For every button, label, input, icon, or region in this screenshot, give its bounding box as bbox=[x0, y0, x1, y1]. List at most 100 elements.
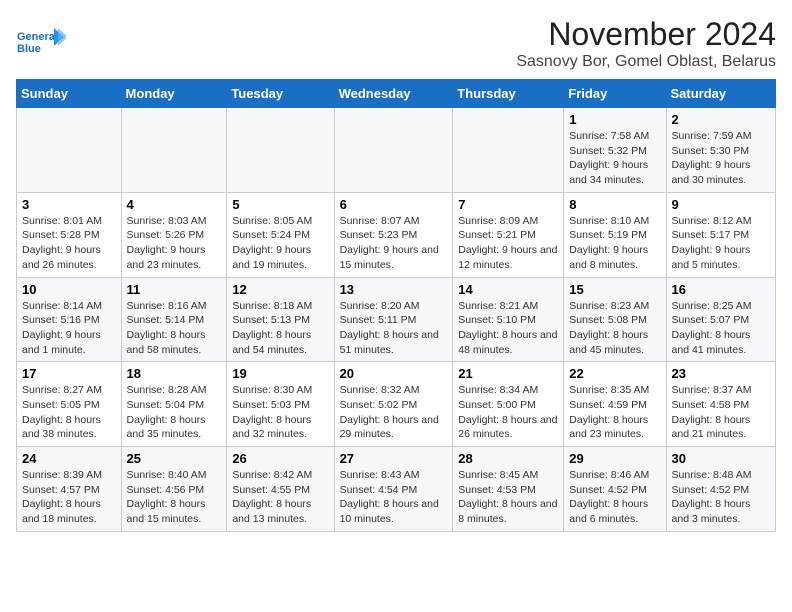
calendar-cell: 23Sunrise: 8:37 AM Sunset: 4:58 PM Dayli… bbox=[666, 362, 775, 447]
day-number: 27 bbox=[340, 451, 448, 466]
weekday-header: Wednesday bbox=[334, 80, 453, 108]
day-number: 14 bbox=[458, 282, 558, 297]
day-info: Sunrise: 8:20 AM Sunset: 5:11 PM Dayligh… bbox=[340, 299, 448, 358]
day-number: 22 bbox=[569, 366, 660, 381]
calendar-week-row: 24Sunrise: 8:39 AM Sunset: 4:57 PM Dayli… bbox=[17, 447, 776, 532]
day-number: 25 bbox=[127, 451, 222, 466]
weekday-header: Friday bbox=[564, 80, 666, 108]
svg-text:General: General bbox=[17, 31, 58, 43]
calendar-cell: 10 Sunrise: 8:14 AM Sunset: 5:16 PM Dayli… bbox=[17, 277, 122, 362]
calendar-cell: 19 Sunrise: 8:30 AM Sunset: 5:03 PM Dayli… bbox=[227, 362, 334, 447]
day-info: Sunrise: 8:46 AM Sunset: 4:52 PM Dayligh… bbox=[569, 468, 660, 527]
day-info: Sunrise: 8:45 AM Sunset: 4:53 PM Dayligh… bbox=[458, 468, 558, 527]
day-info: Sunrise: 8:32 AM Sunset: 5:02 PM Dayligh… bbox=[340, 383, 448, 442]
day-info: Sunrise: 8:25 AM Sunset: 5:07 PM Dayligh… bbox=[672, 299, 770, 358]
calendar-cell: 26Sunrise: 8:42 AM Sunset: 4:55 PM Dayli… bbox=[227, 447, 334, 532]
weekday-header: Monday bbox=[121, 80, 227, 108]
calendar-cell: 11 Sunrise: 8:16 AM Sunset: 5:14 PM Dayli… bbox=[121, 277, 227, 362]
calendar-cell: 22 Sunrise: 8:35 AM Sunset: 4:59 PM Dayli… bbox=[564, 362, 666, 447]
calendar-cell: 3Sunrise: 8:01 AM Sunset: 5:28 PM Daylig… bbox=[17, 192, 122, 277]
calendar-cell: 20Sunrise: 8:32 AM Sunset: 5:02 PM Dayli… bbox=[334, 362, 453, 447]
day-number: 16 bbox=[672, 282, 770, 297]
day-number: 2 bbox=[672, 112, 770, 127]
calendar-cell: 4 Sunrise: 8:03 AM Sunset: 5:26 PM Daylig… bbox=[121, 192, 227, 277]
calendar-cell: 21Sunrise: 8:34 AM Sunset: 5:00 PM Dayli… bbox=[453, 362, 564, 447]
day-info: Sunrise: 8:37 AM Sunset: 4:58 PM Dayligh… bbox=[672, 383, 770, 442]
day-number: 12 bbox=[232, 282, 328, 297]
calendar-week-row: 10 Sunrise: 8:14 AM Sunset: 5:16 PM Dayli… bbox=[17, 277, 776, 362]
main-title: November 2024 bbox=[516, 16, 776, 53]
subtitle: Sasnovy Bor, Gomel Oblast, Belarus bbox=[516, 53, 776, 71]
calendar-cell: 29 Sunrise: 8:46 AM Sunset: 4:52 PM Dayli… bbox=[564, 447, 666, 532]
day-info: Sunrise: 8:09 AM Sunset: 5:21 PM Dayligh… bbox=[458, 214, 558, 273]
day-info: Sunrise: 8:21 AM Sunset: 5:10 PM Dayligh… bbox=[458, 299, 558, 358]
calendar-cell: 15 Sunrise: 8:23 AM Sunset: 5:08 PM Dayli… bbox=[564, 277, 666, 362]
day-info: Sunrise: 8:10 AM Sunset: 5:19 PM Dayligh… bbox=[569, 214, 660, 273]
logo: General Blue bbox=[16, 16, 66, 66]
day-number: 9 bbox=[672, 197, 770, 212]
day-number: 1 bbox=[569, 112, 660, 127]
calendar-table: SundayMondayTuesdayWednesdayThursdayFrid… bbox=[16, 79, 776, 532]
weekday-header: Thursday bbox=[453, 80, 564, 108]
calendar-cell: 9 Sunrise: 8:12 AM Sunset: 5:17 PM Daylig… bbox=[666, 192, 775, 277]
calendar-cell: 14 Sunrise: 8:21 AM Sunset: 5:10 PM Dayli… bbox=[453, 277, 564, 362]
day-info: Sunrise: 8:01 AM Sunset: 5:28 PM Dayligh… bbox=[22, 214, 116, 273]
day-number: 15 bbox=[569, 282, 660, 297]
day-info: Sunrise: 8:14 AM Sunset: 5:16 PM Dayligh… bbox=[22, 299, 116, 358]
day-info: Sunrise: 8:48 AM Sunset: 4:52 PM Dayligh… bbox=[672, 468, 770, 527]
day-number: 6 bbox=[340, 197, 448, 212]
calendar-header: SundayMondayTuesdayWednesdayThursdayFrid… bbox=[17, 80, 776, 108]
calendar-cell: 1 Sunrise: 7:58 AM Sunset: 5:32 PM Daylig… bbox=[564, 108, 666, 193]
day-number: 7 bbox=[458, 197, 558, 212]
weekday-header: Sunday bbox=[17, 80, 122, 108]
day-info: Sunrise: 8:40 AM Sunset: 4:56 PM Dayligh… bbox=[127, 468, 222, 527]
day-number: 4 bbox=[127, 197, 222, 212]
day-number: 29 bbox=[569, 451, 660, 466]
calendar-cell: 12Sunrise: 8:18 AM Sunset: 5:13 PM Dayli… bbox=[227, 277, 334, 362]
calendar-cell: 8 Sunrise: 8:10 AM Sunset: 5:19 PM Daylig… bbox=[564, 192, 666, 277]
weekday-header: Saturday bbox=[666, 80, 775, 108]
logo-svg: General Blue bbox=[16, 16, 66, 66]
day-number: 17 bbox=[22, 366, 116, 381]
day-info: Sunrise: 8:07 AM Sunset: 5:23 PM Dayligh… bbox=[340, 214, 448, 273]
calendar-cell: 5Sunrise: 8:05 AM Sunset: 5:24 PM Daylig… bbox=[227, 192, 334, 277]
calendar-cell: 30 Sunrise: 8:48 AM Sunset: 4:52 PM Dayli… bbox=[666, 447, 775, 532]
day-number: 30 bbox=[672, 451, 770, 466]
calendar-cell bbox=[17, 108, 122, 193]
day-info: Sunrise: 8:23 AM Sunset: 5:08 PM Dayligh… bbox=[569, 299, 660, 358]
day-number: 13 bbox=[340, 282, 448, 297]
day-info: Sunrise: 8:30 AM Sunset: 5:03 PM Dayligh… bbox=[232, 383, 328, 442]
day-info: Sunrise: 8:03 AM Sunset: 5:26 PM Dayligh… bbox=[127, 214, 222, 273]
calendar-cell: 6 Sunrise: 8:07 AM Sunset: 5:23 PM Daylig… bbox=[334, 192, 453, 277]
day-number: 26 bbox=[232, 451, 328, 466]
day-number: 8 bbox=[569, 197, 660, 212]
calendar-cell: 2 Sunrise: 7:59 AM Sunset: 5:30 PM Daylig… bbox=[666, 108, 775, 193]
day-info: Sunrise: 7:58 AM Sunset: 5:32 PM Dayligh… bbox=[569, 129, 660, 188]
calendar-cell bbox=[453, 108, 564, 193]
calendar-cell: 7 Sunrise: 8:09 AM Sunset: 5:21 PM Daylig… bbox=[453, 192, 564, 277]
day-number: 11 bbox=[127, 282, 222, 297]
calendar-cell: 17Sunrise: 8:27 AM Sunset: 5:05 PM Dayli… bbox=[17, 362, 122, 447]
calendar-cell: 27 Sunrise: 8:43 AM Sunset: 4:54 PM Dayli… bbox=[334, 447, 453, 532]
calendar-week-row: 3Sunrise: 8:01 AM Sunset: 5:28 PM Daylig… bbox=[17, 192, 776, 277]
day-number: 19 bbox=[232, 366, 328, 381]
calendar-cell bbox=[227, 108, 334, 193]
day-number: 21 bbox=[458, 366, 558, 381]
day-info: Sunrise: 8:35 AM Sunset: 4:59 PM Dayligh… bbox=[569, 383, 660, 442]
calendar-cell: 18Sunrise: 8:28 AM Sunset: 5:04 PM Dayli… bbox=[121, 362, 227, 447]
day-info: Sunrise: 8:28 AM Sunset: 5:04 PM Dayligh… bbox=[127, 383, 222, 442]
day-info: Sunrise: 8:39 AM Sunset: 4:57 PM Dayligh… bbox=[22, 468, 116, 527]
day-info: Sunrise: 8:12 AM Sunset: 5:17 PM Dayligh… bbox=[672, 214, 770, 273]
day-number: 10 bbox=[22, 282, 116, 297]
header: General Blue November 2024 Sasnovy Bor, … bbox=[16, 16, 776, 71]
day-number: 28 bbox=[458, 451, 558, 466]
day-info: Sunrise: 8:43 AM Sunset: 4:54 PM Dayligh… bbox=[340, 468, 448, 527]
calendar-cell bbox=[121, 108, 227, 193]
calendar-cell: 28 Sunrise: 8:45 AM Sunset: 4:53 PM Dayli… bbox=[453, 447, 564, 532]
day-info: Sunrise: 8:16 AM Sunset: 5:14 PM Dayligh… bbox=[127, 299, 222, 358]
calendar-cell bbox=[334, 108, 453, 193]
svg-text:Blue: Blue bbox=[17, 43, 41, 55]
day-info: Sunrise: 7:59 AM Sunset: 5:30 PM Dayligh… bbox=[672, 129, 770, 188]
weekday-header: Tuesday bbox=[227, 80, 334, 108]
day-number: 5 bbox=[232, 197, 328, 212]
